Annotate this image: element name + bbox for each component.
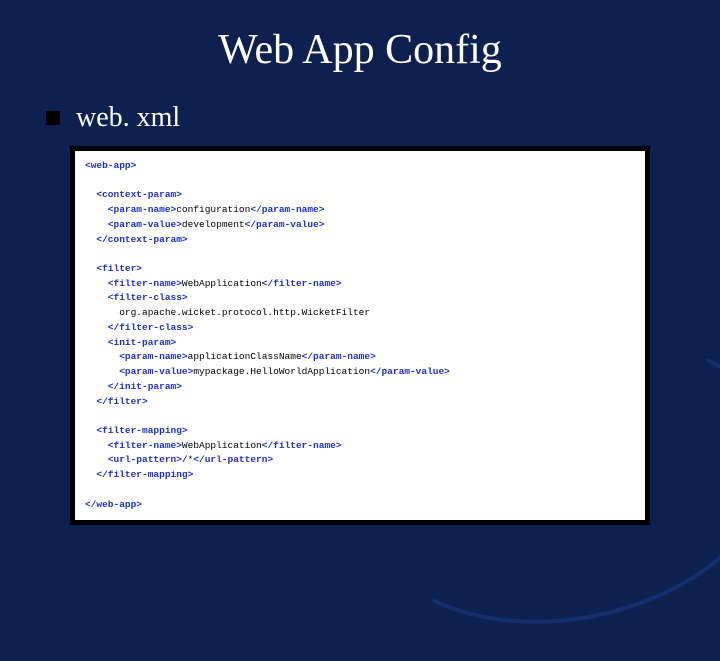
code-frame: <web-app> <context-param> <param-name>co… bbox=[70, 146, 650, 525]
code-tag: </url-pattern> bbox=[193, 454, 273, 465]
code-tag: </context-param> bbox=[85, 234, 188, 245]
code-text: WebApplication bbox=[182, 278, 262, 289]
code-tag: <url-pattern> bbox=[85, 454, 182, 465]
code-tag: <filter> bbox=[85, 263, 142, 274]
code-tag: <filter-name> bbox=[85, 440, 182, 451]
code-text: development bbox=[182, 219, 245, 230]
code-tag: <param-value> bbox=[85, 366, 193, 377]
code-tag: </param-value> bbox=[245, 219, 325, 230]
code-text: mypackage.HelloWorldApplication bbox=[193, 366, 370, 377]
code-tag: </filter> bbox=[85, 396, 148, 407]
code-tag: </filter-mapping> bbox=[85, 469, 193, 480]
code-tag: <filter-class> bbox=[85, 292, 188, 303]
code-tag: </filter-name> bbox=[262, 278, 342, 289]
code-text: configuration bbox=[176, 204, 250, 215]
code-tag: </param-name> bbox=[250, 204, 324, 215]
code-tag: <param-value> bbox=[85, 219, 182, 230]
code-tag: </param-name> bbox=[302, 351, 376, 362]
code-tag: <init-param> bbox=[85, 337, 176, 348]
code-tag: </filter-class> bbox=[85, 322, 193, 333]
square-bullet-icon bbox=[46, 111, 60, 125]
code-tag: </init-param> bbox=[85, 381, 182, 392]
code-tag: <filter-mapping> bbox=[85, 425, 188, 436]
code-tag: <param-name> bbox=[85, 351, 188, 362]
code-text: applicationClassName bbox=[188, 351, 302, 362]
bullet-item: web. xml bbox=[46, 102, 720, 134]
code-text: org.apache.wicket.protocol.http.WicketFi… bbox=[85, 307, 370, 318]
code-tag: <param-name> bbox=[85, 204, 176, 215]
slide-title: Web App Config bbox=[0, 0, 720, 102]
code-tag: </web-app> bbox=[85, 499, 142, 510]
bullet-label: web. xml bbox=[76, 102, 180, 134]
code-tag: </param-value> bbox=[370, 366, 450, 377]
code-text: WebApplication bbox=[182, 440, 262, 451]
code-tag: <filter-name> bbox=[85, 278, 182, 289]
code-tag: <context-param> bbox=[85, 189, 182, 200]
code-block: <web-app> <context-param> <param-name>co… bbox=[75, 151, 645, 520]
code-text: /* bbox=[182, 454, 193, 465]
code-tag: </filter-name> bbox=[262, 440, 342, 451]
code-tag: <web-app> bbox=[85, 160, 136, 171]
